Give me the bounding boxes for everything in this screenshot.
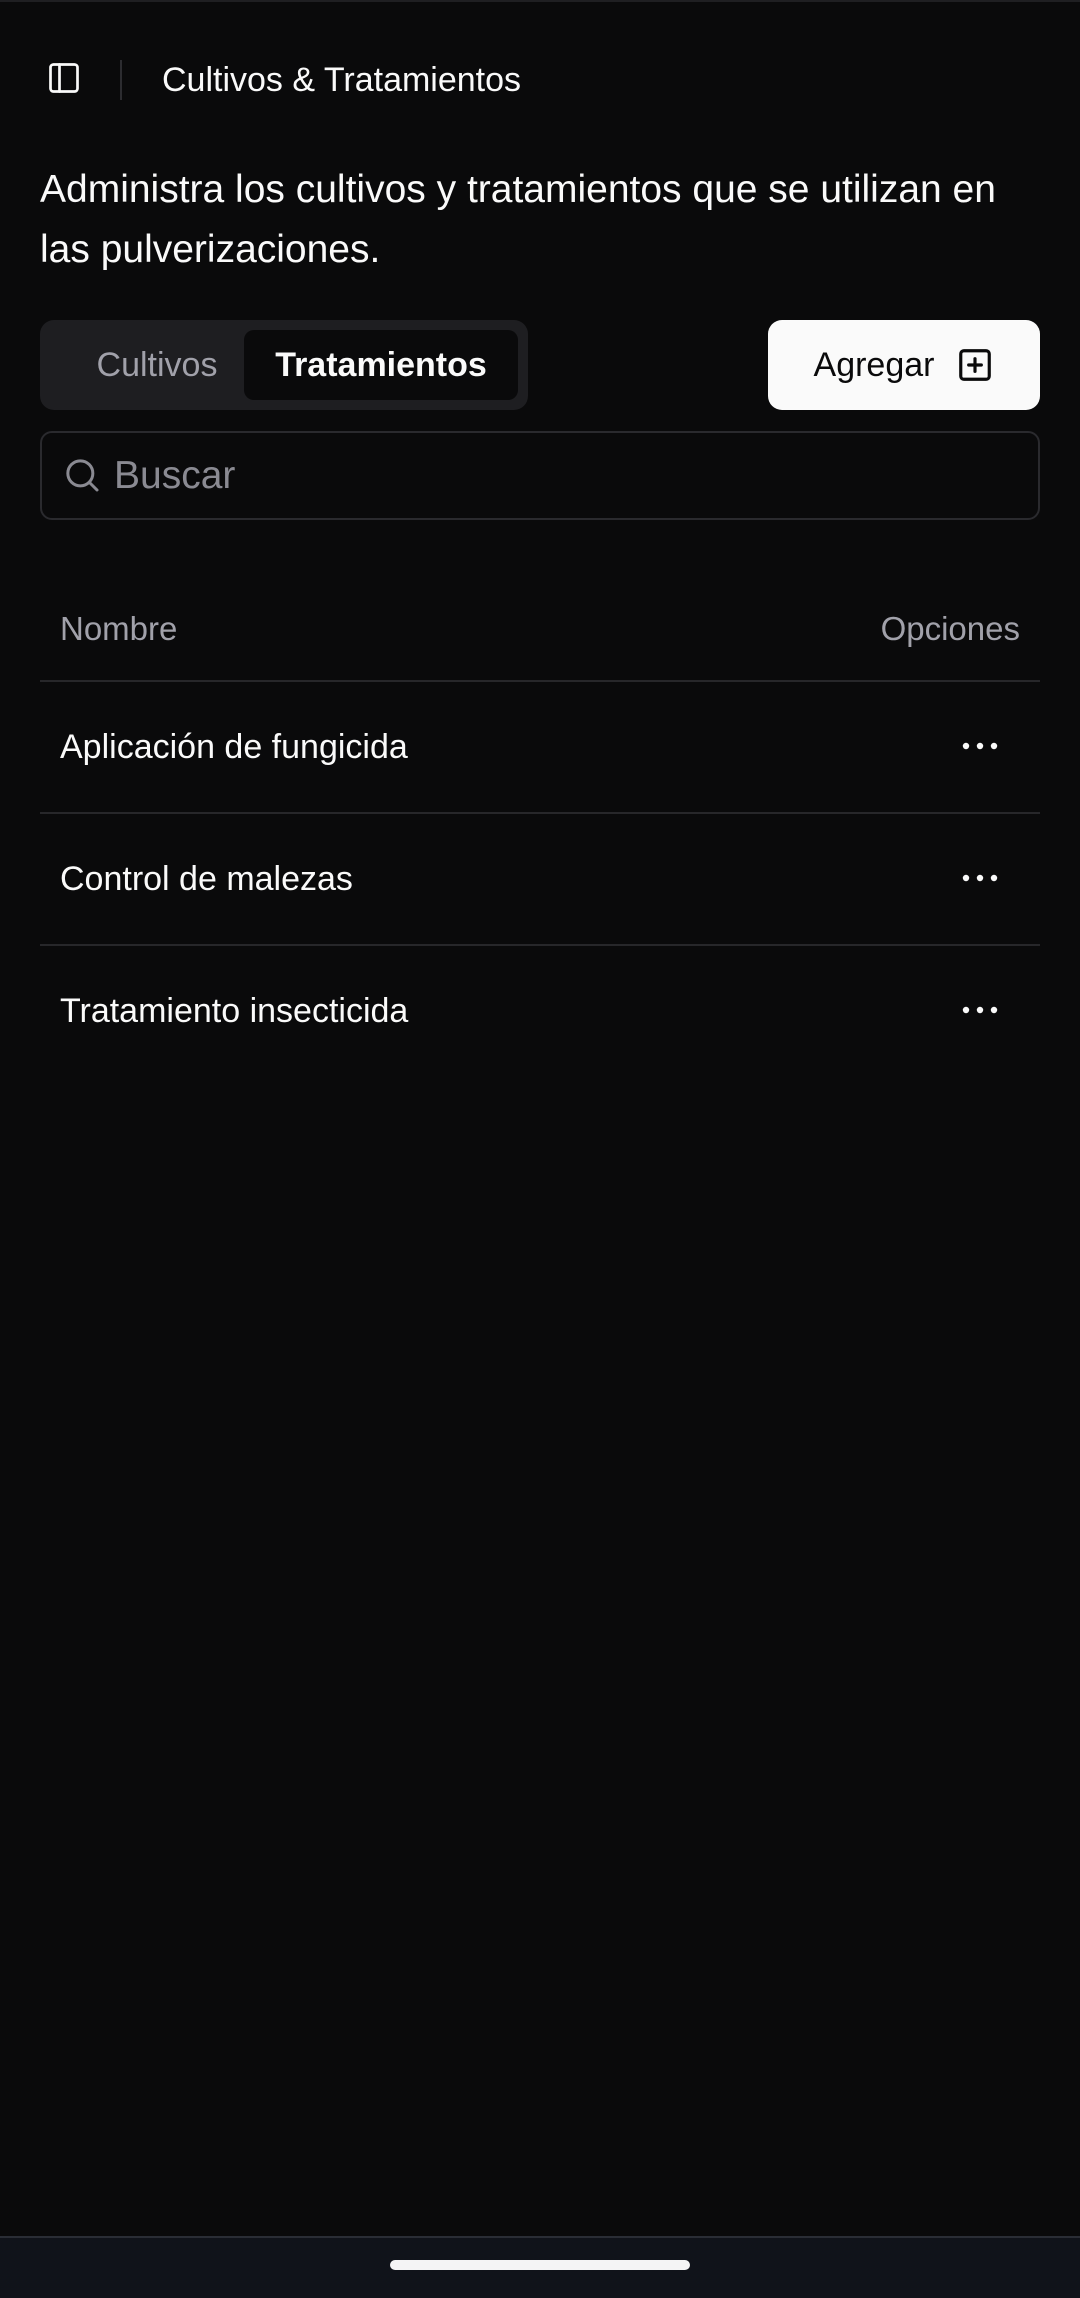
treatments-table: Nombre Opciones Aplicación de fungicida … <box>40 564 1040 1076</box>
table-row[interactable]: Aplicación de fungicida <box>40 682 1040 814</box>
home-indicator[interactable] <box>390 2260 690 2270</box>
more-horizontal-icon <box>960 738 1000 756</box>
column-header-nombre: Nombre <box>60 610 178 647</box>
row-options-button[interactable] <box>950 986 1010 1036</box>
tabs-list: Cultivos Tratamientos <box>40 320 528 410</box>
more-horizontal-icon <box>960 870 1000 888</box>
app-header: Cultivos & Tratamientos <box>0 0 1080 160</box>
column-header-opciones: Opciones <box>880 610 1020 647</box>
table-row[interactable]: Control de malezas <box>40 814 1040 946</box>
row-options-button[interactable] <box>950 722 1010 772</box>
add-button[interactable]: Agregar <box>768 320 1040 410</box>
tab-tratamientos[interactable]: Tratamientos <box>244 330 518 400</box>
table-header: Nombre Opciones <box>40 564 1040 682</box>
system-navigation-bar <box>0 2236 1080 2298</box>
more-horizontal-icon <box>960 1002 1000 1020</box>
tab-cultivos[interactable]: Cultivos <box>50 330 264 400</box>
row-name: Aplicación de fungicida <box>60 728 408 766</box>
row-name: Tratamiento insecticida <box>60 992 409 1030</box>
table-row[interactable]: Tratamiento insecticida <box>40 946 1040 1076</box>
sidebar-toggle-button[interactable] <box>40 56 88 104</box>
row-name: Control de malezas <box>60 860 353 898</box>
panel-left-icon <box>46 60 82 101</box>
page-title: Cultivos & Tratamientos <box>162 61 522 99</box>
row-options-button[interactable] <box>950 854 1010 904</box>
search-icon <box>62 455 102 495</box>
header-divider <box>120 60 122 100</box>
page-description: Administra los cultivos y tratamientos q… <box>40 168 996 271</box>
search-input[interactable] <box>114 433 1014 518</box>
search-box <box>40 431 1040 520</box>
plus-square-icon <box>956 346 994 384</box>
add-button-label: Agregar <box>813 345 935 384</box>
